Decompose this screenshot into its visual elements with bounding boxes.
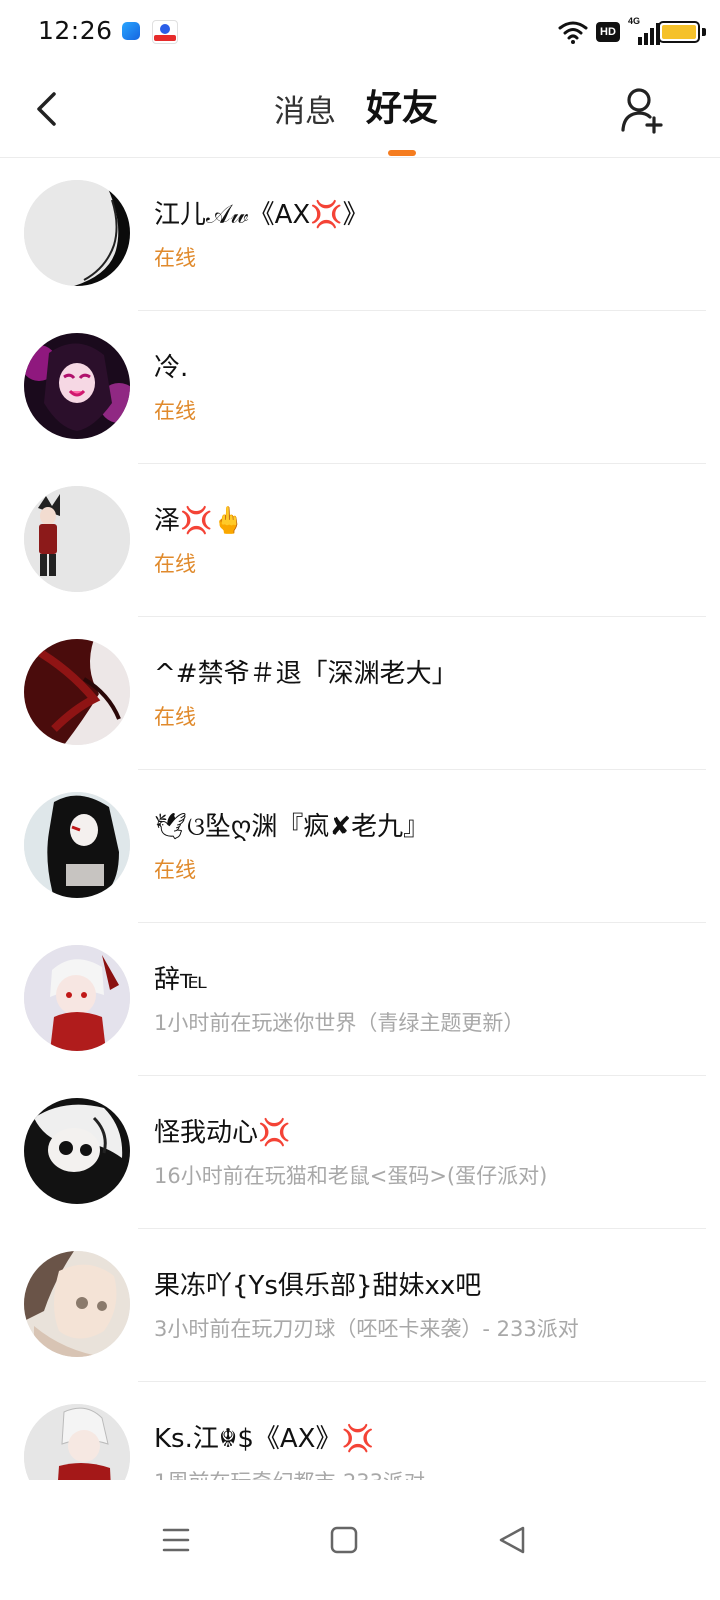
friend-status: 16小时前在玩猫和老鼠<蛋码>(蛋仔派对) <box>154 1164 548 1188</box>
friend-status: 在线 <box>154 858 196 882</box>
friend-status: 在线 <box>154 705 196 729</box>
friend-item[interactable]: 冷. 在线 <box>0 311 720 464</box>
friend-item[interactable]: 怪我动心💢 16小时前在玩猫和老鼠<蛋码>(蛋仔派对) <box>0 1076 720 1229</box>
friend-item[interactable]: 辞℡ 1小时前在玩迷你世界（青绿主题更新） <box>0 923 720 1076</box>
friend-name: 🕊ଓ坠ღ渊『疯✘老九』 <box>154 812 430 842</box>
avatar <box>24 1098 130 1204</box>
friend-item[interactable]: Ks.江☬$《AX》💢 1周前在玩奇幻都市-233派对 <box>0 1382 720 1480</box>
hd-badge: HD <box>596 22 620 42</box>
wifi-icon <box>558 21 588 44</box>
friend-item[interactable]: ^#禁爷＃退「深渊老大」 在线 <box>0 617 720 770</box>
home-button[interactable] <box>314 1510 374 1570</box>
back-arrow-icon <box>37 92 56 126</box>
friend-item[interactable]: 🕊ଓ坠ღ渊『疯✘老九』 在线 <box>0 770 720 923</box>
avatar <box>24 180 130 286</box>
status-bar: 12:26 HD 4G <box>0 0 720 64</box>
add-user-icon <box>621 88 663 134</box>
battery-icon <box>658 21 700 43</box>
friend-name: 泽💢🖕 <box>154 506 245 536</box>
baidu-notification-icon <box>152 20 178 44</box>
avatar <box>24 1404 130 1480</box>
avatar <box>24 945 130 1051</box>
friend-status: 1小时前在玩迷你世界（青绿主题更新） <box>154 1011 525 1035</box>
friend-item[interactable]: 果冻吖{Ys俱乐部}甜妹xx吧 3小时前在玩刀刃球（呸呸卡来袭）- 233派对 <box>0 1229 720 1382</box>
header: 消息 好友 <box>0 64 720 158</box>
tab-friends[interactable]: 好友 <box>366 87 438 131</box>
friend-status: 3小时前在玩刀刃球（呸呸卡来袭）- 233派对 <box>154 1317 579 1341</box>
avatar <box>24 639 130 745</box>
avatar <box>24 333 130 439</box>
avatar <box>24 792 130 898</box>
app-notification-icon <box>122 22 140 40</box>
friend-name: ^#禁爷＃退「深渊老大」 <box>154 659 458 689</box>
back-nav-button[interactable] <box>482 1510 542 1570</box>
friend-item[interactable]: 泽💢🖕 在线 <box>0 464 720 617</box>
friend-status: 在线 <box>154 552 196 576</box>
status-indicators: HD 4G <box>558 16 660 46</box>
friend-status: 在线 <box>154 246 196 270</box>
friend-name: Ks.江☬$《AX》💢 <box>154 1424 374 1454</box>
friend-name: 江儿𝒜𝓌《AX💢》 <box>154 200 369 230</box>
avatar <box>24 486 130 592</box>
friend-list: 江儿𝒜𝓌《AX💢》 在线 冷. 在线 泽💢🖕 在线 ^#禁爷＃退「深渊老大」 在… <box>0 158 720 1480</box>
friend-name: 冷. <box>154 353 189 383</box>
menu-button[interactable] <box>146 1510 206 1570</box>
battery-level <box>662 25 696 39</box>
cellular-signal-icon: 4G <box>628 16 660 45</box>
active-tab-indicator <box>388 150 416 156</box>
friend-name: 果冻吖{Ys俱乐部}甜妹xx吧 <box>154 1271 482 1301</box>
add-friend-button[interactable] <box>618 86 668 136</box>
status-time: 12:26 <box>38 16 113 45</box>
back-triangle-icon <box>499 1526 525 1554</box>
menu-icon <box>162 1528 190 1552</box>
friend-name: 怪我动心💢 <box>154 1118 291 1148</box>
battery-cap <box>702 28 706 36</box>
tab-messages[interactable]: 消息 <box>274 90 336 134</box>
avatar <box>24 1251 130 1357</box>
friend-name: 辞℡ <box>154 965 208 995</box>
back-button[interactable] <box>26 84 66 134</box>
home-square-icon <box>330 1526 358 1554</box>
friend-item[interactable]: 江儿𝒜𝓌《AX💢》 在线 <box>0 158 720 311</box>
friend-status: 1周前在玩奇幻都市-233派对 <box>154 1466 425 1480</box>
system-navigation-bar <box>0 1480 720 1600</box>
friend-status: 在线 <box>154 399 196 423</box>
